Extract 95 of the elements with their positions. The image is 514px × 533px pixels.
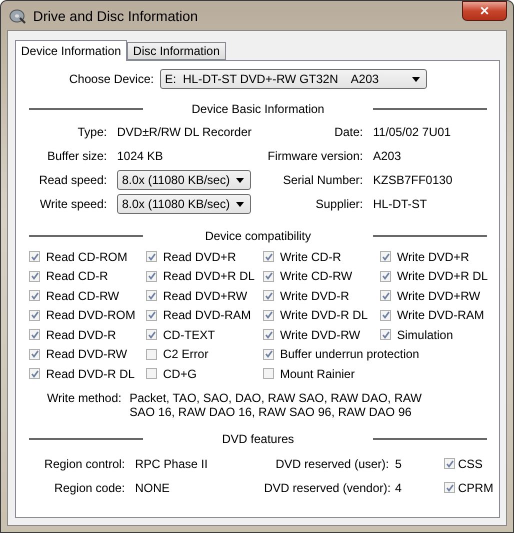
tab[interactable]: Device Information: [15, 40, 128, 61]
checkbox-label: Simulation: [397, 328, 454, 342]
checkbox[interactable]: [29, 368, 40, 380]
field-value: 11/05/02 7U01: [373, 124, 452, 141]
field-value: KZSB7FF0130: [373, 172, 454, 189]
checkbox[interactable]: [263, 270, 274, 282]
checkbox-label: Read DVD+RW: [163, 288, 248, 303]
field-label: Write speed:: [38, 196, 107, 213]
field-value: 1024 KB: [117, 148, 164, 165]
checkbox[interactable]: [263, 348, 274, 360]
checkbox[interactable]: [380, 270, 391, 282]
checkbox-label: Write DVD+R: [397, 250, 470, 264]
checkbox[interactable]: [263, 329, 274, 340]
field-label: Type:: [76, 124, 107, 141]
checkbox-label: Write DVD-R: [280, 288, 350, 303]
disc-drive-icon: [9, 8, 27, 24]
checkbox-label: Read DVD+R DL: [163, 269, 255, 284]
checkbox[interactable]: [146, 310, 157, 321]
section-title: DVD features: [220, 432, 296, 446]
checkbox[interactable]: [146, 251, 157, 262]
checkbox-label: Read DVD-RW: [46, 347, 128, 362]
checkbox[interactable]: [29, 270, 40, 282]
field-value: Packet, TAO, SAO, DAO, RAW SAO, RAW DAO, RAW SAO 16, RAW DAO 16, RAW SAO 96, RAW DAO 96: [129, 390, 423, 418]
checkbox[interactable]: [263, 290, 274, 302]
checkbox[interactable]: [29, 310, 40, 321]
section-title: Device compatibility: [204, 229, 312, 243]
field-label: Choose Device:: [69, 72, 154, 86]
field-label: Serial Number:: [282, 172, 363, 189]
checkbox-label: Read DVD-R: [46, 328, 116, 342]
checkbox[interactable]: [263, 251, 274, 262]
checkbox-label: Mount Rainier: [280, 366, 355, 381]
checkbox[interactable]: [29, 251, 40, 262]
checkbox-label: CPRM: [458, 480, 494, 494]
checkbox[interactable]: [380, 290, 391, 302]
checkbox-label: CD+G: [163, 366, 197, 381]
checkbox-label: Write DVD-RW: [280, 328, 360, 342]
field-label: Supplier:: [314, 196, 363, 213]
checkbox-label: Read CD-ROM: [46, 250, 128, 264]
checkbox-label: CSS: [458, 456, 483, 470]
checkbox-label: Write DVD+R DL: [397, 269, 488, 284]
field-label: Firmware version:: [266, 148, 363, 165]
checkbox-label: Write CD-RW: [280, 269, 352, 284]
field-label: Buffer size:: [46, 148, 107, 165]
checkbox-label: Read CD-R: [46, 269, 108, 284]
caret-icon: [236, 202, 244, 206]
checkbox-label: Write DVD-R DL: [280, 308, 368, 322]
speed-dropdown[interactable]: 8.0x (11080 KB/sec): [117, 194, 251, 214]
checkbox[interactable]: [263, 368, 274, 380]
field-label: Write method:: [47, 390, 122, 406]
checkbox[interactable]: [444, 458, 455, 469]
checkbox-label: Read DVD-RAM: [163, 308, 252, 322]
field-value: A203: [373, 148, 402, 165]
field-label: DVD reserved (vendor):: [264, 480, 389, 496]
field-label: DVD reserved (user):: [274, 456, 389, 472]
checkbox[interactable]: [444, 482, 455, 493]
caret-icon: [412, 76, 420, 82]
checkbox[interactable]: [29, 329, 40, 340]
field-label: Region control:: [43, 456, 125, 472]
checkbox[interactable]: [380, 329, 391, 340]
device-dropdown[interactable]: E: HL-DT-ST DVD+-RW GT32N A203: [160, 69, 427, 89]
checkbox-label: Read DVD+R: [163, 250, 236, 264]
checkbox[interactable]: [146, 270, 157, 282]
field-label: Read speed:: [38, 172, 107, 189]
section-title: Device Basic Information: [190, 102, 326, 116]
caret-icon: [236, 178, 244, 182]
field-value: RPC Phase II: [135, 456, 209, 472]
checkbox[interactable]: [29, 348, 40, 360]
window-title: Drive and Disc Information: [33, 8, 199, 24]
checkbox-label: Read CD-RW: [46, 288, 120, 303]
field-label: Region code:: [53, 480, 125, 496]
field-value: HL-DT-ST: [373, 196, 428, 213]
checkbox-label: Read DVD-ROM: [46, 308, 136, 322]
checkbox-label: CD-TEXT: [163, 328, 215, 342]
checkbox[interactable]: [146, 368, 157, 380]
checkbox[interactable]: [380, 251, 391, 262]
checkbox[interactable]: [263, 310, 274, 321]
field-value: NONE: [135, 480, 171, 496]
field-value: 4: [395, 480, 403, 496]
field-value: DVD±R/RW DL Recorder: [117, 124, 253, 141]
checkbox[interactable]: [380, 310, 391, 321]
checkbox-label: Write CD-R: [280, 250, 342, 264]
checkbox[interactable]: [146, 290, 157, 302]
field-value: 5: [395, 456, 403, 472]
field-label: Date:: [333, 124, 363, 141]
checkbox[interactable]: [146, 329, 157, 340]
checkbox-label: Read DVD-R DL: [46, 366, 135, 381]
checkbox-label: Write DVD+RW: [397, 288, 480, 303]
speed-dropdown[interactable]: 8.0x (11080 KB/sec): [117, 170, 251, 190]
checkbox[interactable]: [29, 290, 40, 302]
close-button[interactable]: ✕: [462, 1, 507, 21]
checkbox-label: Buffer underrun protection: [280, 347, 420, 362]
checkbox-label: C2 Error: [163, 347, 208, 362]
checkbox[interactable]: [146, 348, 157, 360]
checkbox-label: Write DVD-RAM: [397, 308, 484, 322]
tab[interactable]: Disc Information: [127, 42, 226, 60]
